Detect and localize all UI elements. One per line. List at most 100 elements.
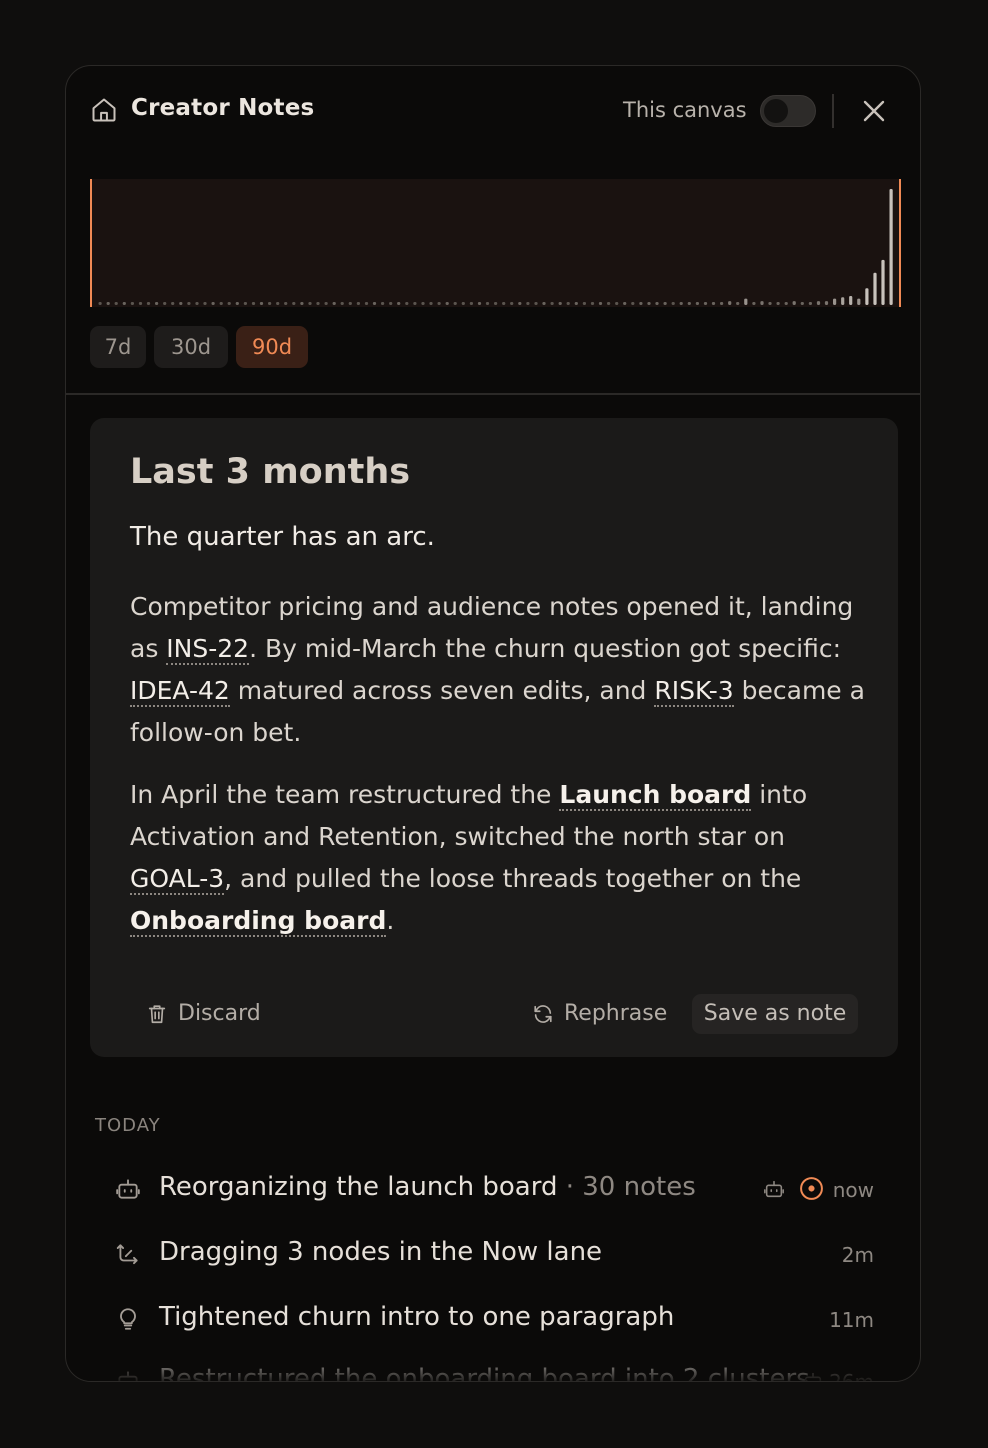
discard-button[interactable]: Discard [146,994,261,1034]
activity-bar [857,298,861,305]
activity-bar [728,301,732,305]
rephrase-label: Rephrase [564,1001,668,1026]
activity-bar [695,302,699,305]
activity-bar [381,302,385,305]
activity-bar [841,297,845,305]
ref-link-goal-3[interactable]: GOAL-3 [130,864,225,895]
activity-bar [574,302,578,305]
activity-bar [485,302,490,305]
activity-bar [784,302,788,305]
this-canvas-toggle[interactable] [760,95,816,127]
activity-time: 2m [841,1243,874,1267]
activity-bar [259,302,264,305]
activity-bar [736,302,740,305]
activity-bar [566,302,570,305]
ref-link-ins-22[interactable]: INS-22 [166,634,250,665]
toggle-knob [764,99,788,123]
tab-7d[interactable]: 7d [90,326,146,368]
activity-bar [461,302,465,305]
activity-bar [881,259,885,305]
activity-bar [211,302,215,305]
activity-bar [130,302,134,305]
robot-icon [118,1371,138,1381]
activity-bar [413,302,417,305]
activity-bar [284,302,288,305]
activity-bar [744,298,748,305]
range-end-marker [899,179,901,307]
activity-bar [703,302,708,305]
rephrase-button[interactable]: Rephrase [532,994,667,1034]
trash-icon [148,1005,166,1024]
activity-title: Reorganizing the launch board [159,1172,558,1202]
lightbulb-icon [120,1308,136,1330]
activity-bar [849,296,853,305]
save-as-note-button[interactable]: Save as note [692,994,858,1034]
activity-bar [114,302,118,305]
activity-bar [671,302,675,305]
activity-bar [655,302,659,305]
activity-bar [397,302,401,305]
activity-bar [816,301,821,305]
activity-bar [800,302,804,305]
activity-bar [324,302,328,305]
activity-bar [526,302,530,305]
activity-bar [768,302,772,305]
header-divider [832,94,834,128]
live-target-icon [800,1177,823,1200]
close-icon[interactable] [859,96,889,126]
activity-item[interactable]: Tightened churn intro to one paragraph 1… [110,1294,876,1344]
activity-meta: · 30 notes [557,1172,696,1202]
board-link-launch[interactable]: Launch board [559,780,752,811]
tab-90d[interactable]: 90d [236,326,308,368]
board-link-onboarding[interactable]: Onboarding board [130,906,387,937]
activity-bar [873,272,877,305]
activity-bar [590,302,595,305]
summary-paragraph-2: In April the team restructured the Launc… [130,774,865,942]
ref-link-idea-42[interactable]: IDEA-42 [130,676,230,707]
activity-bar [720,302,724,305]
activity-bar [776,302,780,305]
summary-card: Last 3 months The quarter has an arc. Co… [90,418,898,1057]
activity-text: Dragging 3 nodes in the Now lane [159,1237,603,1267]
ref-link-risk-3[interactable]: RISK-3 [654,676,734,707]
tab-30d[interactable]: 30d [154,326,228,368]
activity-bar [332,302,336,305]
range-start-marker [90,179,92,307]
activity-bar [171,302,175,305]
activity-bar [268,302,272,305]
activity-bar [534,302,538,305]
activity-item[interactable]: Restructured the onboarding board into 2… [110,1356,876,1382]
activity-bar [598,302,603,305]
activity-bar [235,302,239,305]
text-span: In April the team restructured the [130,780,560,809]
activity-bar [98,302,102,305]
activity-bar [865,288,869,305]
summary-paragraph-1: Competitor pricing and audience notes op… [130,586,865,754]
activity-text: Reorganizing the launch board · 30 notes [159,1172,696,1202]
activity-bar [372,302,377,305]
activity-text: Restructured the onboarding board into 2… [159,1364,810,1382]
activity-bar [364,302,369,305]
activity-bar [243,302,247,305]
activity-item[interactable]: Reorganizing the launch board · 30 notes… [110,1164,876,1214]
activity-bar [348,302,352,305]
activity-bar [251,302,256,305]
activity-bar [195,302,199,305]
activity-bar [833,298,837,305]
activity-bar [437,302,441,305]
activity-text: Tightened churn intro to one paragraph [159,1302,675,1332]
robot-icon [764,1180,784,1198]
activity-bar [808,302,812,305]
panel-title: Creator Notes [131,95,315,121]
activity-bar [711,302,716,305]
activity-bar [558,302,562,305]
activity-item[interactable]: Dragging 3 nodes in the Now lane 2m [110,1229,876,1279]
move-icon [116,1244,138,1265]
activity-time: 11m [829,1308,874,1332]
activity-bar [582,302,586,305]
activity-bar [792,301,796,305]
activity-bar [445,302,449,305]
activity-bar [138,302,143,305]
activity-time: now [832,1178,874,1202]
activity-bar [405,302,409,305]
